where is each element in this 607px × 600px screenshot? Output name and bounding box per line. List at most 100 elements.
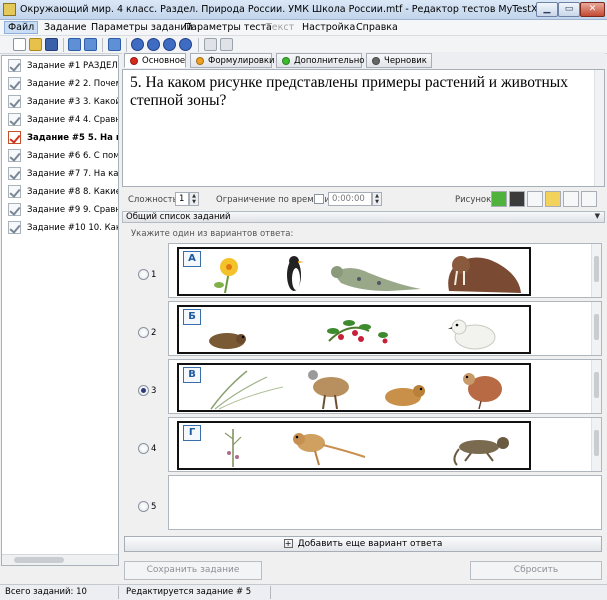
picture-letter: В [183, 367, 201, 383]
answer-picture: В [177, 363, 531, 412]
insert-task-icon[interactable] [84, 38, 97, 51]
task-item[interactable]: Задание #2 2. Почему пр [2, 75, 118, 93]
jerboa-picture [293, 433, 366, 466]
menu-task[interactable]: Задание [44, 22, 87, 33]
menu-test-params[interactable]: Параметры теста [184, 22, 272, 33]
picture-slot-2[interactable] [563, 191, 579, 207]
delete-task-icon[interactable] [108, 38, 121, 51]
move-last-icon[interactable] [179, 38, 192, 51]
minimize-button[interactable]: ▁ [536, 2, 558, 17]
flower-picture [214, 258, 238, 294]
add-answer-button[interactable]: + Добавить еще вариант ответа [124, 536, 602, 552]
feather-grass-picture [210, 370, 284, 410]
task-item-current[interactable]: Задание #5 5. На как [2, 129, 118, 147]
answer-option: 1 А [122, 243, 605, 301]
task-item[interactable]: Задание #3 3. Какой пла [2, 93, 118, 111]
answers-hint: Укажите один из вариантов ответа: [131, 229, 294, 239]
new-file-icon[interactable] [13, 38, 26, 51]
move-first-icon[interactable] [131, 38, 144, 51]
question-editor[interactable]: 5. На каком рисунке представлены примеры… [122, 69, 605, 187]
answer-content[interactable]: А [168, 243, 602, 298]
tab-additional[interactable]: Дополнительно [276, 53, 365, 68]
check-icon [8, 77, 21, 90]
save-icon[interactable] [45, 38, 58, 51]
answer-radio-selected[interactable] [138, 385, 149, 396]
task-item[interactable]: Задание #9 9. Сравните [2, 201, 118, 219]
save-task-button[interactable]: Сохранить задание [124, 561, 262, 580]
answer-radio[interactable] [138, 269, 149, 280]
answer-content[interactable]: Б [168, 301, 602, 356]
answer-scrollbar[interactable] [591, 302, 601, 355]
close-button[interactable]: ✕ [580, 2, 605, 17]
answer-content-empty[interactable] [168, 475, 602, 530]
menu-help[interactable]: Справка [356, 22, 398, 33]
task-item[interactable]: Задание #4 4. Сравните [2, 111, 118, 129]
berry-plant-picture [327, 320, 388, 344]
check-icon [8, 185, 21, 198]
answer-picture: Б [177, 305, 531, 354]
tab-bar: Основное Формулировки Дополнительно Черн… [122, 52, 605, 69]
answer-option: 3 В [122, 359, 605, 417]
red-dot-icon [130, 57, 138, 65]
plus-icon: + [283, 539, 293, 548]
picture-slot-1[interactable] [527, 191, 543, 207]
task-item[interactable]: Задание #8 8. Какие ри [2, 183, 118, 201]
task-list-dropdown[interactable]: Общий список заданий ▼ [122, 211, 605, 223]
stepper-arrows-icon[interactable]: ▲ ▼ [372, 192, 382, 206]
answer-content[interactable]: В [168, 359, 602, 414]
move-up-icon[interactable] [147, 38, 160, 51]
time-limit-field[interactable]: 0:00:00 ▲ ▼ [328, 192, 382, 206]
gray-dot-icon [372, 57, 380, 65]
answer-content[interactable]: Г [168, 417, 602, 472]
tab-draft[interactable]: Черновик [366, 53, 432, 68]
task-list-scrollbar[interactable] [2, 554, 118, 565]
difficulty-stepper[interactable]: 1 ▲ ▼ [175, 192, 199, 206]
maximize-button[interactable]: ▭ [558, 2, 580, 17]
copy-icon[interactable] [204, 38, 217, 51]
check-icon [8, 113, 21, 126]
load-picture-icon[interactable] [491, 191, 507, 207]
paste-icon[interactable] [220, 38, 233, 51]
answer-scrollbar[interactable] [591, 418, 601, 471]
picture-letter: А [183, 251, 201, 267]
menu-task-params[interactable]: Параметры заданий [91, 22, 193, 33]
app-icon [3, 3, 16, 16]
answers-list: 1 А 2 Б 3 В 4 Г 5 [122, 242, 605, 530]
answer-radio[interactable] [138, 443, 149, 454]
answer-radio[interactable] [138, 501, 149, 512]
task-item[interactable]: Задание #6 6. С помощь [2, 147, 118, 165]
stepper-arrows-icon[interactable]: ▲ ▼ [189, 192, 199, 206]
saxaul-plant-picture [224, 429, 242, 467]
chevron-down-icon: ▼ [594, 212, 600, 220]
tab-main[interactable]: Основное [124, 53, 186, 68]
answer-option: 2 Б [122, 301, 605, 359]
answer-scrollbar[interactable] [591, 244, 601, 297]
task-item[interactable]: Задание #7 7. На какой [2, 165, 118, 183]
reset-button[interactable]: Сбросить [470, 561, 602, 580]
task-list: Задание #1 РАЗДЕЛ «ПР Задание #2 2. Поче… [1, 55, 119, 566]
window-title: Окружающий мир. 4 класс. Раздел. Природа… [20, 4, 538, 15]
move-down-icon[interactable] [163, 38, 176, 51]
tab-formulations[interactable]: Формулировки [190, 53, 275, 68]
question-text[interactable]: 5. На каком рисунке представлены примеры… [130, 74, 570, 110]
menu-text[interactable]: Текст [266, 22, 294, 33]
question-scrollbar[interactable] [594, 70, 604, 186]
menu-file[interactable]: Файл [4, 21, 39, 34]
paste-picture-icon[interactable] [545, 191, 561, 207]
open-folder-icon[interactable] [29, 38, 42, 51]
task-item[interactable]: Задание #10 10. Какой з [2, 219, 118, 237]
picture-slot-3[interactable] [581, 191, 597, 207]
orange-dot-icon [196, 57, 204, 65]
menu-settings[interactable]: Настройка [302, 22, 355, 33]
gopher-picture [385, 385, 425, 406]
picture-letter: Б [183, 309, 201, 325]
camera-icon[interactable] [509, 191, 525, 207]
status-bar: Всего заданий: 10 Редактируется задание … [0, 584, 607, 600]
check-icon [8, 95, 21, 108]
task-item[interactable]: Задание #1 РАЗДЕЛ «ПР [2, 57, 118, 75]
answer-scrollbar[interactable] [591, 360, 601, 413]
add-task-icon[interactable] [68, 38, 81, 51]
check-icon [8, 221, 21, 234]
answer-radio[interactable] [138, 327, 149, 338]
time-limit-checkbox[interactable] [314, 194, 324, 204]
